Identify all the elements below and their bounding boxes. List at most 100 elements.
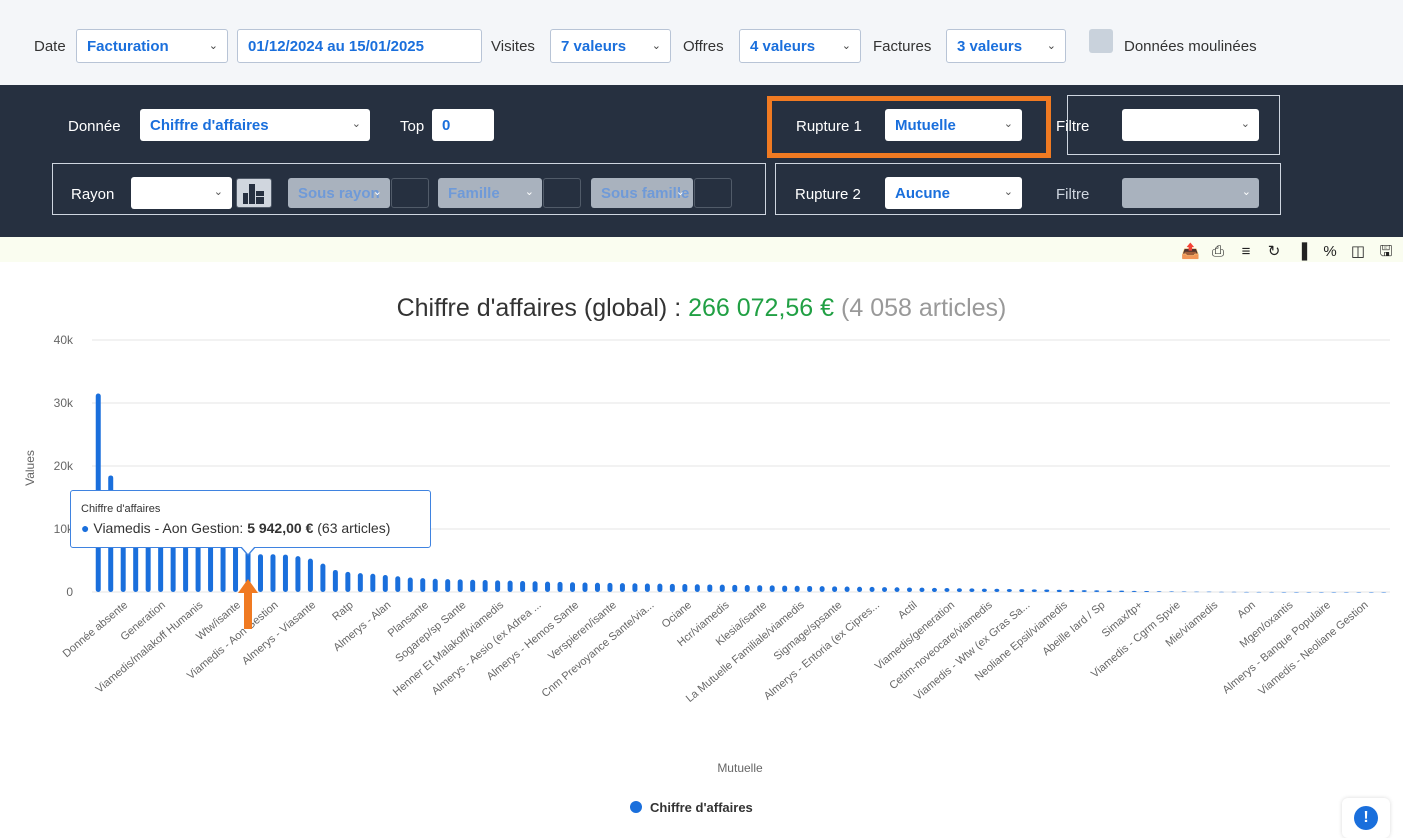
bar bbox=[345, 571, 351, 592]
bar bbox=[1381, 591, 1387, 593]
bar bbox=[857, 586, 863, 592]
y-tick-label: 0 bbox=[66, 585, 73, 599]
bar bbox=[632, 583, 638, 592]
bar bbox=[832, 586, 838, 592]
bar bbox=[819, 586, 825, 592]
bar bbox=[782, 585, 788, 592]
tooltip-item: Viamedis - Aon Gestion bbox=[93, 520, 240, 536]
x-tick-label: Ociane bbox=[660, 599, 694, 631]
bar bbox=[532, 581, 538, 592]
x-tick-label: Verspieren/isante bbox=[546, 599, 619, 663]
bar bbox=[1368, 591, 1374, 593]
bar bbox=[607, 582, 613, 592]
y-tick-label: 30k bbox=[54, 396, 74, 410]
bar bbox=[1131, 590, 1137, 592]
bar bbox=[1106, 590, 1112, 592]
bar bbox=[1281, 591, 1287, 593]
bar bbox=[931, 587, 937, 592]
x-tick-label: Sigmage/spsante bbox=[772, 599, 845, 663]
bar bbox=[1231, 591, 1237, 593]
bar bbox=[594, 582, 600, 592]
y-tick-label: 40k bbox=[54, 333, 74, 347]
bar bbox=[1031, 589, 1037, 592]
bar bbox=[981, 588, 987, 592]
bar bbox=[719, 584, 725, 592]
bar bbox=[270, 554, 276, 592]
bar bbox=[1069, 589, 1075, 592]
bar bbox=[282, 554, 288, 592]
chart-legend[interactable]: Chiffre d'affaires bbox=[630, 800, 753, 815]
bar bbox=[445, 579, 451, 592]
bar bbox=[382, 574, 388, 592]
bar bbox=[1293, 591, 1299, 593]
bar bbox=[1169, 591, 1175, 592]
bar bbox=[1343, 591, 1349, 593]
x-tick-label: Ratp bbox=[330, 599, 356, 623]
bar bbox=[1006, 588, 1012, 592]
bar bbox=[757, 585, 763, 592]
bar bbox=[320, 563, 326, 592]
y-tick-label: 20k bbox=[54, 459, 74, 473]
tooltip-value: 5 942,00 € bbox=[247, 520, 314, 536]
bar bbox=[657, 583, 663, 592]
bar bbox=[807, 585, 813, 592]
bar bbox=[1356, 591, 1362, 593]
bar bbox=[669, 583, 675, 592]
help-button[interactable]: ! bbox=[1342, 798, 1390, 838]
bar bbox=[420, 578, 426, 592]
bar bbox=[457, 579, 463, 592]
tooltip-articles: (63 articles) bbox=[317, 520, 391, 536]
bar-chart: 010k20k30k40kValuesDonnée absenteGenerat… bbox=[23, 333, 1390, 775]
bar bbox=[956, 588, 962, 592]
bar bbox=[1256, 591, 1262, 593]
x-tick-label: Aon bbox=[1235, 599, 1258, 621]
bar bbox=[220, 542, 226, 592]
bar bbox=[307, 558, 313, 592]
bar bbox=[407, 577, 413, 592]
bar bbox=[520, 580, 526, 592]
bar bbox=[432, 578, 438, 592]
bar bbox=[1119, 590, 1125, 592]
bar bbox=[395, 576, 401, 592]
bar bbox=[794, 585, 800, 592]
bar bbox=[1194, 591, 1200, 593]
bar bbox=[1144, 591, 1150, 592]
bar bbox=[882, 587, 888, 592]
bar bbox=[682, 584, 688, 592]
legend-dot-icon bbox=[630, 801, 642, 813]
bar bbox=[507, 580, 513, 592]
bar bbox=[1206, 591, 1212, 593]
x-tick-label: Actil bbox=[896, 599, 920, 622]
bar bbox=[495, 580, 501, 592]
bar bbox=[208, 541, 214, 592]
bar bbox=[869, 586, 875, 592]
tooltip-arrow-inner bbox=[241, 546, 255, 554]
bar bbox=[994, 588, 1000, 592]
bar bbox=[1056, 589, 1062, 592]
bar bbox=[557, 581, 563, 592]
annotation-arrow bbox=[244, 591, 252, 629]
bar bbox=[1318, 591, 1324, 593]
bar bbox=[1094, 590, 1100, 592]
bar bbox=[1243, 591, 1249, 593]
bar bbox=[257, 554, 263, 592]
bar bbox=[894, 587, 900, 592]
bar bbox=[370, 573, 376, 592]
bar bbox=[844, 586, 850, 592]
bar bbox=[545, 581, 551, 592]
bar bbox=[906, 587, 912, 592]
bar bbox=[1044, 589, 1050, 592]
bar bbox=[357, 573, 363, 592]
bar bbox=[1219, 591, 1225, 593]
bar bbox=[1081, 590, 1087, 592]
bar bbox=[295, 556, 301, 592]
bar bbox=[1306, 591, 1312, 593]
x-tick-label: Donnée absente bbox=[61, 599, 131, 660]
bar bbox=[482, 580, 488, 592]
bar bbox=[919, 587, 925, 592]
bar bbox=[944, 588, 950, 592]
bar bbox=[582, 582, 588, 592]
bar bbox=[1156, 591, 1162, 592]
bar bbox=[644, 583, 650, 592]
bar bbox=[969, 588, 975, 592]
